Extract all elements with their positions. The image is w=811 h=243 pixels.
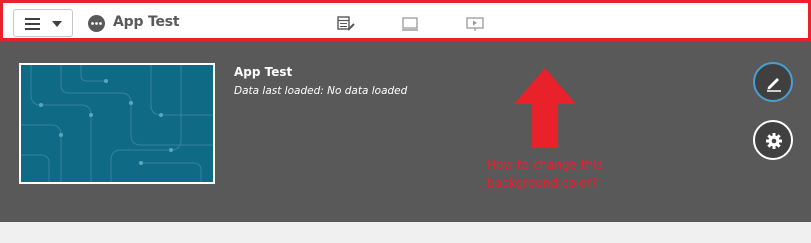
global-menu-button[interactable] bbox=[13, 9, 73, 37]
circuit-pattern-image bbox=[21, 65, 213, 182]
annotation-text: How to change this background color? bbox=[487, 158, 603, 190]
data-manager-icon[interactable] bbox=[337, 16, 355, 32]
app-title: App Test bbox=[113, 14, 180, 30]
storytelling-icon[interactable] bbox=[466, 16, 484, 32]
gear-icon bbox=[766, 133, 782, 149]
app-name-heading: App Test bbox=[234, 65, 293, 79]
edit-button[interactable] bbox=[753, 62, 793, 102]
chevron-down-icon bbox=[52, 21, 62, 27]
top-toolbar: App Test bbox=[0, 0, 811, 41]
data-load-status: Data last loaded: No data loaded bbox=[234, 85, 408, 97]
app-options-icon[interactable] bbox=[88, 15, 105, 32]
settings-button[interactable] bbox=[753, 120, 793, 160]
analysis-icon[interactable] bbox=[401, 16, 419, 32]
edit-icon bbox=[767, 78, 781, 92]
annotation-arrow bbox=[514, 68, 576, 148]
hamburger-menu-icon bbox=[25, 18, 40, 30]
app-overview-header: App Test Data last loaded: No data loade… bbox=[0, 41, 811, 222]
app-thumbnail[interactable] bbox=[19, 63, 215, 184]
